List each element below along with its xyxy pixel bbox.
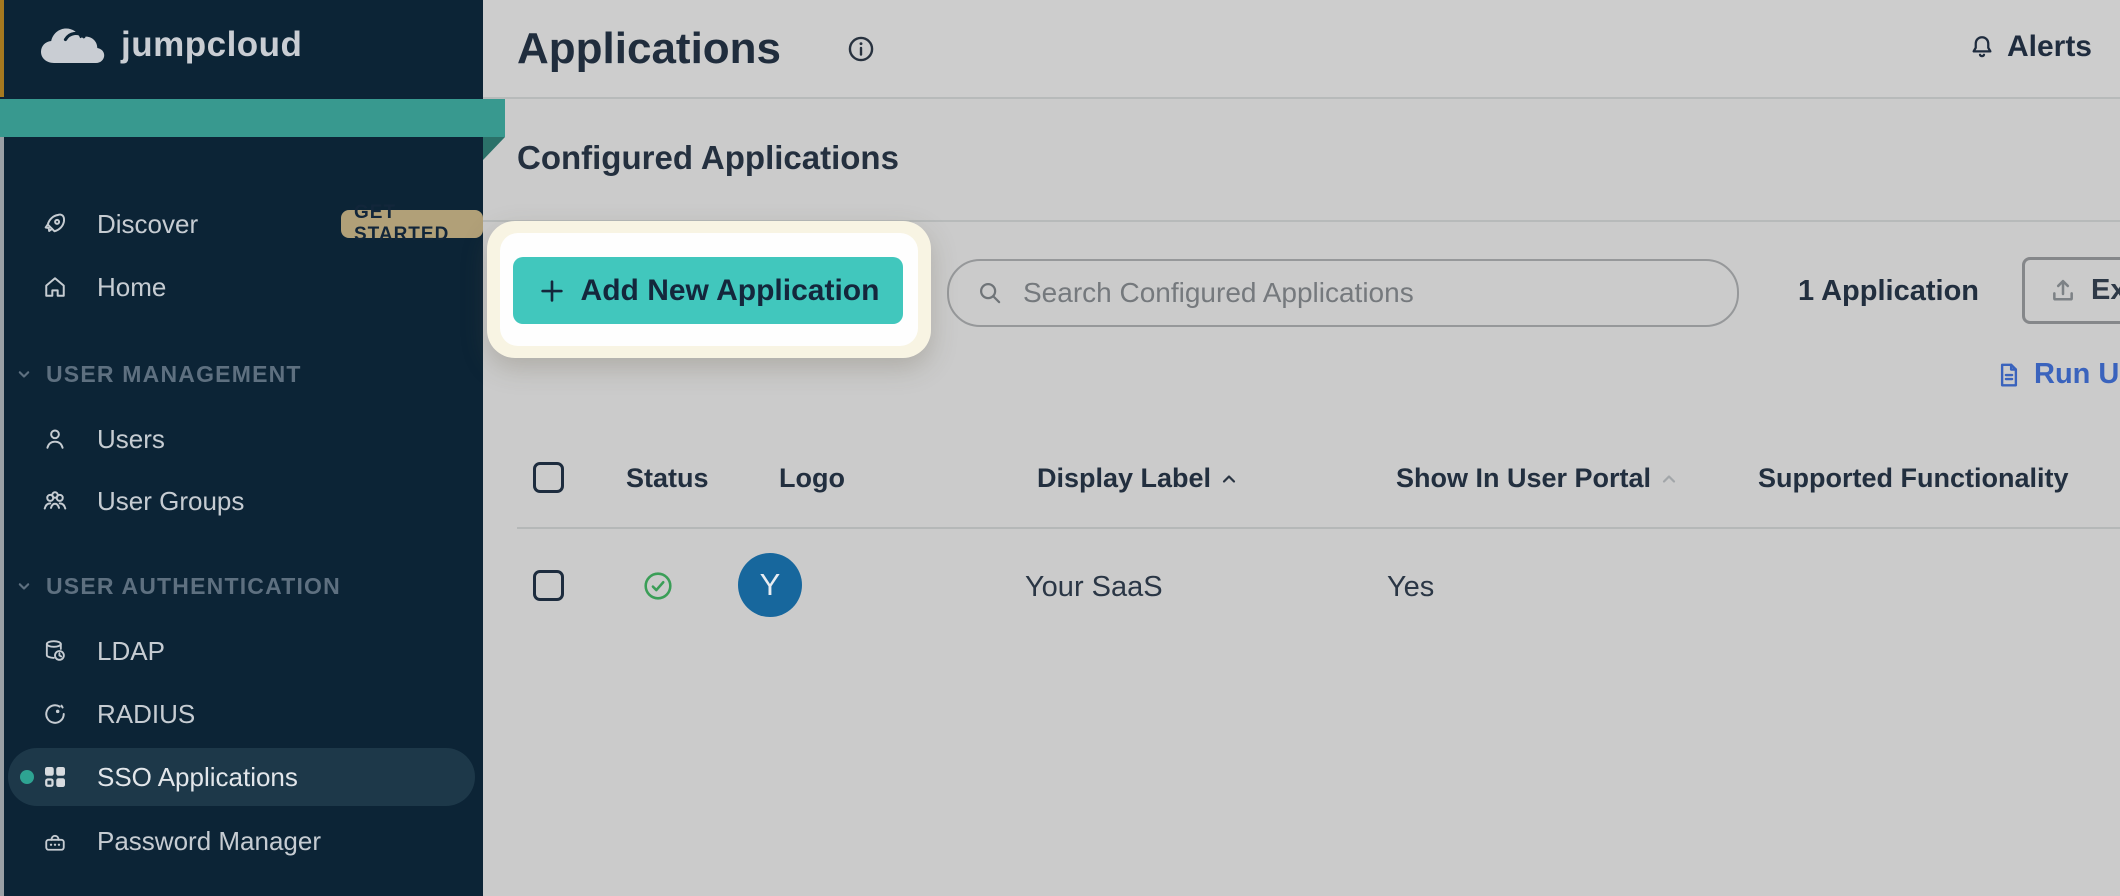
column-header-label: Display Label	[1037, 463, 1211, 494]
run-users-report-label: Run Us	[2034, 358, 2120, 391]
grid-apps-icon	[40, 762, 70, 792]
add-new-application-label: Add New Application	[581, 274, 880, 308]
search-input[interactable]	[1021, 276, 1717, 310]
export-label: Ex	[2091, 274, 2120, 307]
export-button[interactable]: Ex	[2022, 257, 2120, 324]
export-upload-icon	[2047, 275, 2079, 307]
sidebar-item-label: Users	[97, 424, 165, 455]
sidebar-item-label: SSO Applications	[97, 762, 298, 793]
alerts-button[interactable]: Alerts	[1967, 30, 2092, 64]
add-new-application-button[interactable]: Add New Application	[513, 257, 903, 324]
password-keypad-icon	[40, 826, 70, 856]
status-active-check-icon	[640, 568, 676, 604]
window-edge-grey	[0, 137, 4, 896]
sidebar-item-ldap[interactable]: LDAP	[0, 632, 483, 670]
column-header-logo[interactable]: Logo	[779, 463, 845, 494]
run-users-report-link[interactable]: Run Us	[1994, 358, 2120, 391]
search-box	[947, 259, 1739, 327]
sidebar-section-user-authentication[interactable]: USER AUTHENTICATION	[0, 569, 483, 603]
sidebar-item-label: Password Manager	[97, 826, 321, 857]
window-edge-gold	[0, 0, 4, 97]
row-checkbox[interactable]	[533, 570, 564, 601]
sidebar-item-label: Home	[97, 272, 166, 303]
sidebar-item-user-groups[interactable]: User Groups	[0, 482, 483, 520]
sidebar-item-users[interactable]: Users	[0, 420, 483, 458]
radius-gauge-icon	[40, 699, 70, 729]
application-count: 1 Application	[1798, 275, 1979, 308]
search-icon	[975, 278, 1005, 308]
teal-ribbon-fold	[483, 137, 505, 160]
section-title: Configured Applications	[517, 139, 899, 177]
sidebar-item-home[interactable]: Home	[0, 268, 483, 306]
teal-ribbon	[0, 99, 505, 137]
sidebar-item-label: LDAP	[97, 636, 165, 667]
sidebar-item-label: Discover	[97, 209, 198, 240]
bell-icon	[1967, 32, 1997, 62]
sidebar: jumpcloud Discover GET STARTED Ho	[0, 0, 483, 896]
cell-show-in-user-portal: Yes	[1387, 571, 1434, 604]
rocket-icon	[40, 209, 70, 239]
select-all-checkbox[interactable]	[533, 462, 564, 493]
sidebar-section-user-management[interactable]: USER MANAGEMENT	[0, 357, 483, 391]
column-header-supported-functionality[interactable]: Supported Functionality	[1758, 463, 2069, 494]
sidebar-item-label: RADIUS	[97, 699, 195, 730]
jumpcloud-admin-console: jumpcloud Discover GET STARTED Ho	[0, 0, 2120, 896]
column-header-status[interactable]: Status	[626, 463, 709, 494]
home-icon	[40, 272, 70, 302]
section-label: USER MANAGEMENT	[46, 361, 302, 388]
app-logo-avatar: Y	[738, 553, 802, 617]
chevron-down-icon	[14, 364, 34, 384]
sort-ascending-icon	[1217, 467, 1241, 491]
page-header: Applications Alerts	[483, 0, 2120, 99]
document-icon	[1994, 360, 2024, 390]
page-title: Applications	[517, 24, 781, 74]
sidebar-item-label: User Groups	[97, 486, 244, 517]
sidebar-item-password-manager[interactable]: Password Manager	[0, 822, 483, 860]
sidebar-item-sso-applications[interactable]: SSO Applications	[0, 758, 483, 796]
cloud-logo-icon	[37, 22, 111, 68]
jumpcloud-logo: jumpcloud	[37, 22, 302, 68]
section-label: USER AUTHENTICATION	[46, 573, 341, 600]
column-header-display-label[interactable]: Display Label	[1037, 463, 1241, 494]
cell-display-label: Your SaaS	[1025, 571, 1163, 604]
plus-icon	[537, 276, 567, 306]
chevron-down-icon	[14, 576, 34, 596]
column-header-show-in-user-portal[interactable]: Show In User Portal	[1396, 463, 1681, 494]
sidebar-item-radius[interactable]: RADIUS	[0, 695, 483, 733]
database-clock-icon	[40, 636, 70, 666]
info-icon[interactable]	[845, 33, 877, 65]
alerts-label: Alerts	[2007, 30, 2092, 64]
logo-wordmark: jumpcloud	[121, 25, 302, 65]
table-header-divider	[517, 527, 2120, 529]
user-group-icon	[40, 486, 70, 516]
column-header-label: Show In User Portal	[1396, 463, 1651, 494]
get-started-badge[interactable]: GET STARTED	[341, 210, 483, 238]
sort-inactive-icon	[1657, 467, 1681, 491]
user-icon	[40, 424, 70, 454]
tutorial-spotlight: Add New Application	[487, 221, 931, 358]
